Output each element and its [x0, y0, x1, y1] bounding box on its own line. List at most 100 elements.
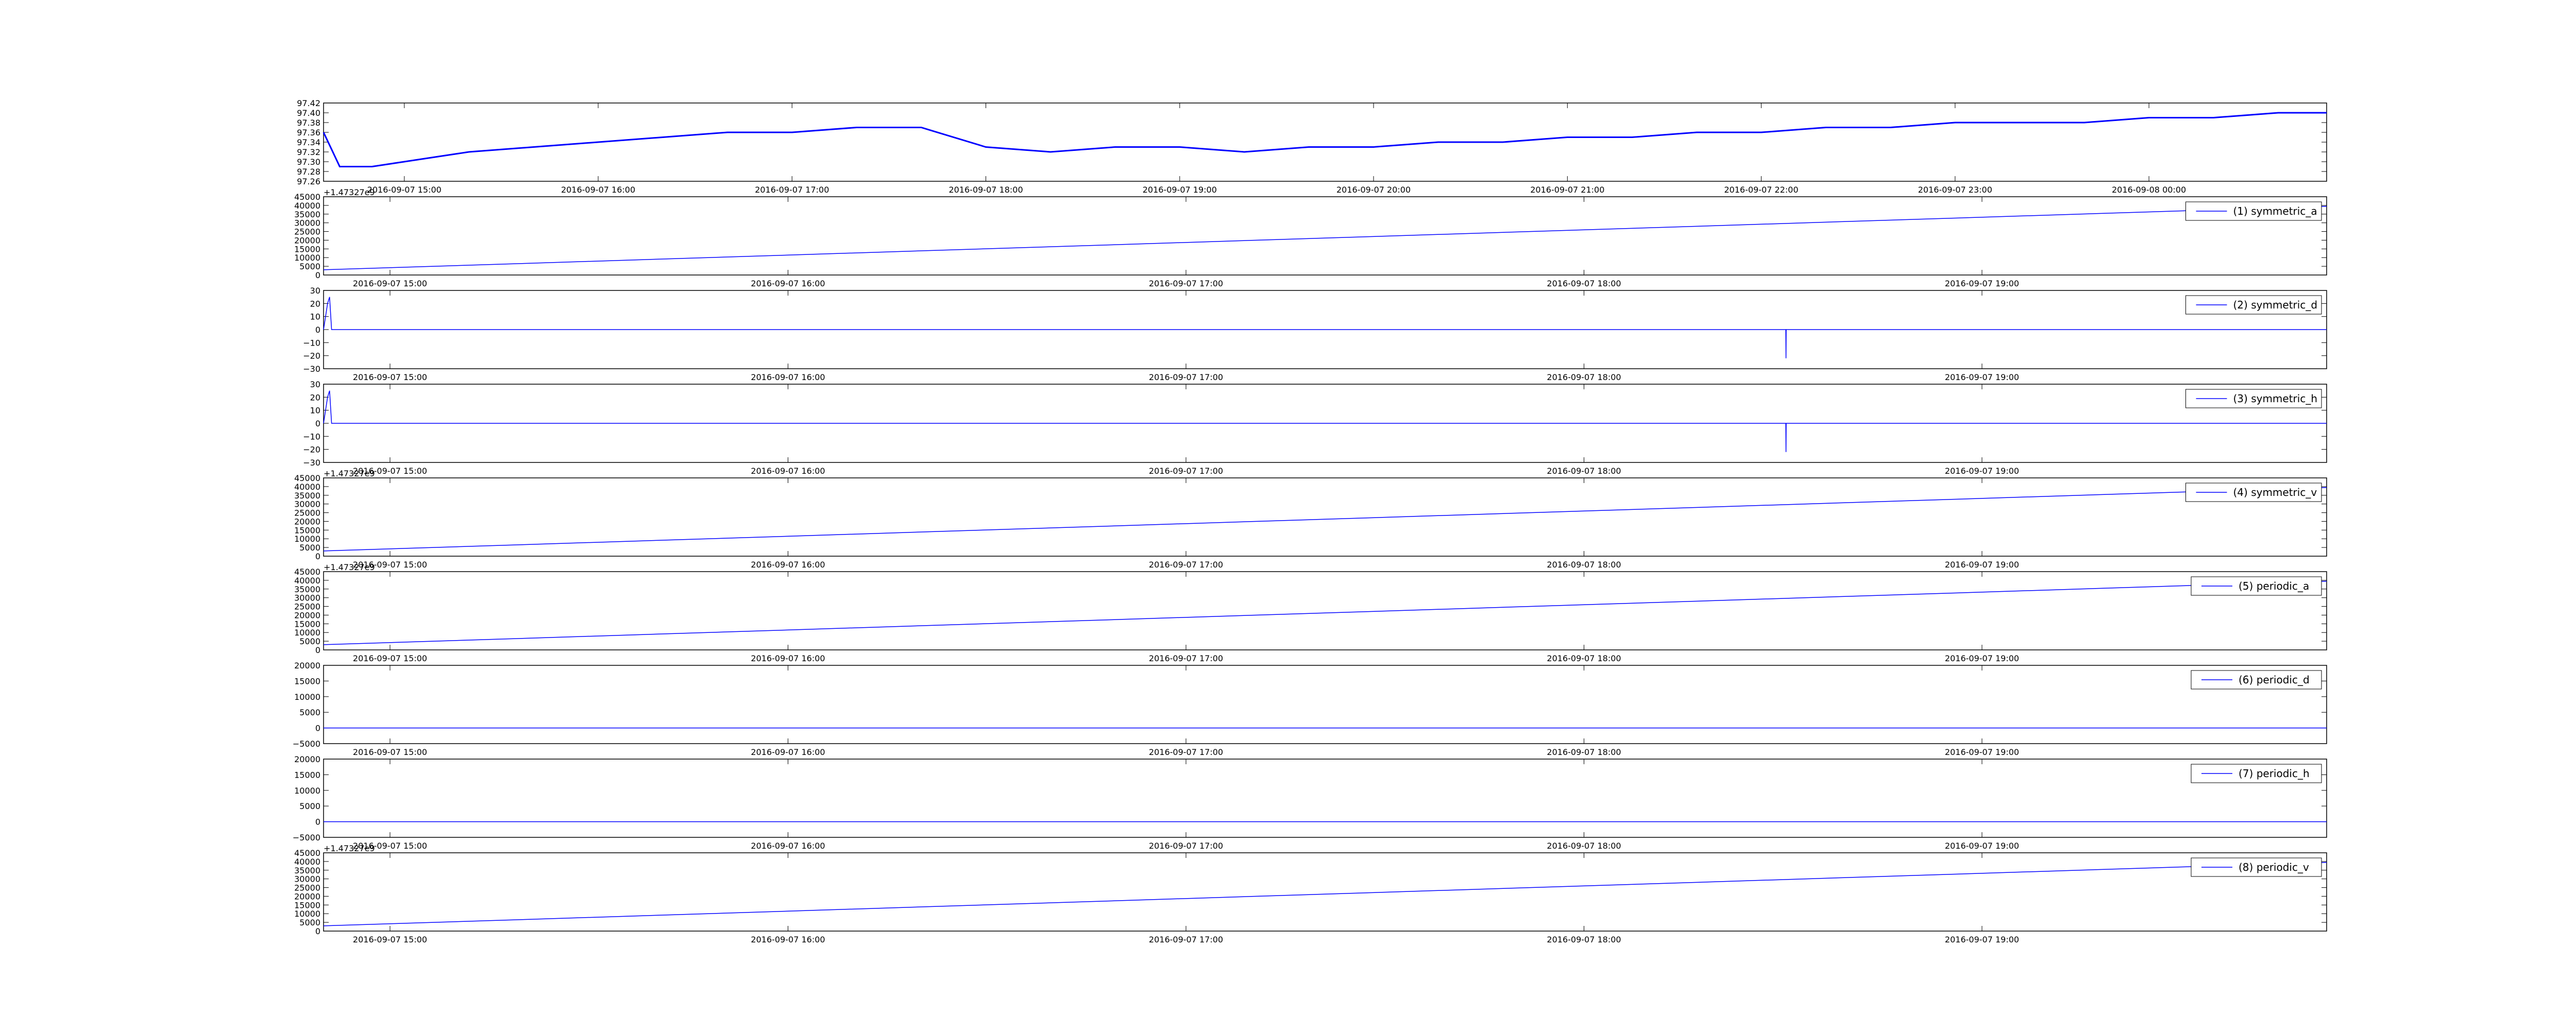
x-tick-label: 2016-09-07 18:00	[1547, 372, 1621, 382]
y-tick-label: 35000	[294, 866, 320, 875]
x-tick-label: 2016-09-07 17:00	[1149, 560, 1223, 570]
y-tick-label: 25000	[294, 508, 320, 518]
x-tick-label: 2016-09-07 22:00	[1724, 185, 1798, 195]
x-tick-label: 2016-09-07 23:00	[1918, 185, 1992, 195]
y-tick-label: 20000	[294, 661, 320, 670]
series-line-4	[323, 390, 2327, 452]
y-tick-label: 0	[315, 552, 320, 561]
y-tick-label: 10000	[294, 253, 320, 263]
chart-figure: 97.2697.2897.3097.3297.3497.3697.3897.40…	[293, 98, 2327, 944]
y-tick-label: 30000	[294, 593, 320, 603]
x-tick-label: 2016-09-07 18:00	[948, 185, 1023, 195]
y-tick-label: 0	[315, 419, 320, 428]
y-tick-label: 0	[315, 926, 320, 936]
y-tick-label: 20000	[294, 610, 320, 620]
y-tick-label: 5000	[299, 708, 320, 717]
x-tick-label: 2016-09-07 17:00	[1149, 653, 1223, 663]
y-tick-label: 5000	[299, 262, 320, 271]
y-tick-label: 35000	[294, 210, 320, 219]
x-tick-label: 2016-09-07 16:00	[751, 372, 825, 382]
y-tick-label: 40000	[294, 482, 320, 492]
x-tick-label: 2016-09-07 15:00	[353, 935, 427, 944]
y-tick-label: 25000	[294, 883, 320, 893]
y-tick-label: −30	[303, 458, 320, 468]
y-tick-label: 5000	[299, 637, 320, 646]
x-tick-label: 2016-09-07 17:00	[1149, 466, 1223, 476]
axes-frame-9	[323, 852, 2327, 932]
y-tick-label: 35000	[294, 491, 320, 501]
y-tick-label: 25000	[294, 227, 320, 237]
x-tick-label: 2016-09-07 19:00	[1945, 935, 2019, 944]
series-line-9	[323, 862, 2327, 926]
series-line-2	[323, 205, 2327, 270]
x-tick-label: 2016-09-07 19:00	[1945, 279, 2019, 288]
x-tick-label: 2016-09-07 19:00	[1945, 653, 2019, 663]
y-tick-label: 97.30	[297, 157, 320, 167]
y-tick-label: 20000	[294, 517, 320, 526]
y-tick-label: −5000	[293, 739, 320, 749]
y-tick-label: 0	[315, 724, 320, 733]
axes-frame-6	[323, 571, 2327, 650]
y-tick-label: −20	[303, 351, 320, 361]
x-tick-label: 2016-09-07 18:00	[1547, 747, 1621, 757]
x-tick-label: 2016-09-07 18:00	[1547, 935, 1621, 944]
figure: 97.26 97.28 97.30 97.32 97.34 97.36 97.38 97.40…	[0, 0, 2576, 1030]
y-tick-label: −30	[303, 364, 320, 374]
x-tick-label: 2016-09-07 19:00	[1143, 185, 1217, 195]
y-tick-label: 40000	[294, 576, 320, 586]
series-line-1	[323, 112, 2327, 167]
x-tick-label: 2016-09-07 15:00	[353, 747, 427, 757]
y-tick-label: 97.36	[297, 128, 320, 137]
y-tick-label: 0	[315, 817, 320, 827]
y-tick-label: 15000	[294, 244, 320, 254]
x-tick-label: 2016-09-07 17:00	[1149, 279, 1223, 288]
y-tick-label: 97.38	[297, 118, 320, 128]
y-tick-label: 97.32	[297, 147, 320, 157]
x-tick-label: 2016-09-07 18:00	[1547, 653, 1621, 663]
y-tick-label: 15000	[294, 770, 320, 780]
y-tick-label: 97.28	[297, 167, 320, 177]
x-tick-label: 2016-09-07 17:00	[1149, 747, 1223, 757]
legend-label: (3) symmetric_h	[2233, 392, 2318, 405]
y-tick-label: 0	[315, 325, 320, 335]
y-tick-label: 30000	[294, 218, 320, 228]
x-tick-label: 2016-09-07 16:00	[751, 747, 825, 757]
y-tick-label: 45000	[294, 192, 320, 202]
y-tick-label: 20000	[294, 235, 320, 245]
x-tick-label: 2016-09-07 15:00	[367, 185, 442, 195]
y-tick-label: 45000	[294, 567, 320, 577]
x-tick-label: 2016-09-07 19:00	[1945, 560, 2019, 570]
legend-label: (4) symmetric_v	[2233, 486, 2317, 498]
y-tick-label: 35000	[294, 584, 320, 594]
legend-label: (8) periodic_v	[2239, 861, 2309, 873]
x-tick-label: 2016-09-07 16:00	[751, 653, 825, 663]
y-tick-label: 15000	[294, 525, 320, 535]
y-tick-label: 5000	[299, 918, 320, 927]
x-tick-label: 2016-09-07 20:00	[1336, 185, 1411, 195]
y-tick-label: 10000	[294, 628, 320, 638]
axes-frame-2	[323, 196, 2327, 276]
x-tick-label: 2016-09-07 15:00	[353, 279, 427, 288]
x-tick-label: 2016-09-07 17:00	[755, 185, 829, 195]
y-tick-label: −20	[303, 445, 320, 455]
y-tick-label: 10	[310, 406, 320, 416]
y-tick-label: 97.26	[297, 177, 320, 186]
y-tick-label: 5000	[299, 801, 320, 811]
x-tick-label: 2016-09-07 19:00	[1945, 372, 2019, 382]
y-tick-label: 10000	[294, 909, 320, 919]
legend-label: (5) periodic_a	[2239, 580, 2309, 592]
y-tick-label: −10	[303, 432, 320, 441]
y-tick-label: 45000	[294, 473, 320, 483]
x-tick-label: 2016-09-08 00:00	[2112, 185, 2186, 195]
axis-offset-label: +1.47327e9	[324, 469, 375, 478]
y-tick-label: 30	[310, 380, 320, 389]
y-tick-label: 20000	[294, 754, 320, 764]
y-tick-label: 45000	[294, 848, 320, 858]
series-line-6	[323, 580, 2327, 645]
x-tick-label: 2016-09-07 16:00	[751, 279, 825, 288]
x-tick-label: 2016-09-07 16:00	[751, 935, 825, 944]
y-tick-label: 0	[315, 645, 320, 655]
legend-label: (1) symmetric_a	[2233, 205, 2317, 217]
legend-label: (6) periodic_d	[2239, 674, 2310, 686]
legend-label: (2) symmetric_d	[2233, 299, 2318, 311]
